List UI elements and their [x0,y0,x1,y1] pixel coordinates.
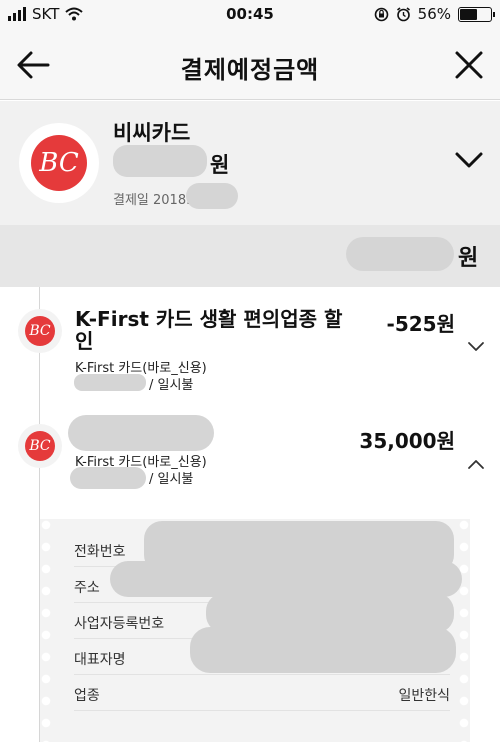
detail-value: 일반한식 [398,688,450,704]
transaction-title[interactable]: K-First 카드 생활 편의업종 할인 [75,308,350,352]
status-bar: SKT 00:45 56% [0,0,500,28]
bc-logo-mark: BC [31,135,87,191]
battery-icon [458,6,495,22]
battery-fill [460,8,477,20]
detail-label: 주소 [74,580,100,596]
detail-row-business-type: 업종 일반한식 [74,675,450,711]
battery-percent: 56% [417,5,451,23]
due-date-label: 결제일 2018. [113,193,191,208]
masked-due-date [186,183,238,209]
masked-detail-values [110,561,462,597]
card-name: 비씨카드 [113,121,191,145]
detail-label: 업종 [74,688,100,704]
chevron-down-icon[interactable] [467,341,485,353]
transaction-amount: -525원 [386,312,455,336]
bc-logo-mark: BC [25,316,55,346]
transaction-installment: / 일시불 [149,472,194,487]
bc-card-logo: BC [19,123,99,203]
transaction-amount: 35,000원 [359,429,455,453]
amount-unit: 원 [210,153,230,177]
detail-label: 전화번호 [74,544,126,560]
nav-header: 결제예정금액 [0,28,500,100]
transaction-detail-panel: 전화번호 주소 사업자등록번호 대표자명 업종 일반한식 [40,519,470,742]
chevron-up-icon[interactable] [467,458,485,470]
masked-detail-values [190,627,456,673]
masked-transaction-date [70,467,146,489]
chevron-down-icon[interactable] [454,150,484,170]
status-right: 56% [374,5,495,23]
detail-label: 사업자등록번호 [74,616,165,632]
receipt-edge-right [458,519,470,742]
rotation-lock-icon [374,7,388,21]
total-amount-unit: 원 [458,246,479,271]
alarm-icon [396,6,410,21]
masked-total-amount [346,237,454,271]
masked-merchant-name [68,415,214,451]
detail-label: 대표자명 [74,652,126,668]
card-summary[interactable]: BC 비씨카드 원 결제일 2018. [0,101,500,225]
masked-transaction-date [74,374,146,391]
transaction-installment: / 일시불 [149,378,194,393]
bc-card-logo-small: BC [18,309,62,353]
bc-card-logo-small: BC [18,424,62,468]
receipt-edge-left [40,519,52,742]
page-title: 결제예정금액 [180,56,320,84]
bc-logo-mark: BC [25,431,55,461]
total-amount-bar: 원 [0,225,500,287]
masked-amount [113,145,207,177]
close-icon[interactable] [454,50,484,80]
